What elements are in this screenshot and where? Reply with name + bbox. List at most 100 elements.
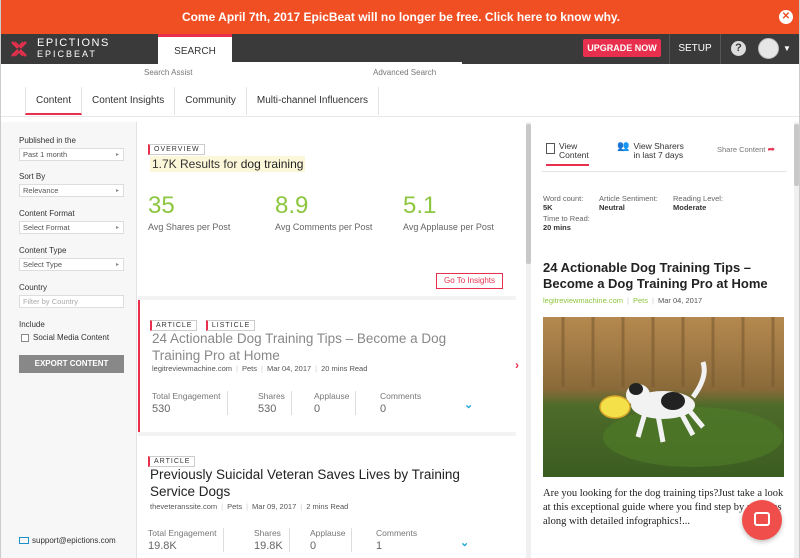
total-engagement: Total Engagement 19.8K [148,528,224,552]
article-category: Pets [242,364,258,373]
social-media-checkbox[interactable] [21,334,29,342]
results-summary: 1.7K Results for dog training [150,156,306,172]
shares: Shares 530 [258,391,292,415]
content-tabs: Content Content Insights Community Multi… [25,87,380,115]
avatar[interactable] [758,38,779,59]
tab-sharers-line2: in last 7 days [633,150,684,160]
tab-view-content[interactable]: View Content [546,142,589,166]
published-select[interactable]: Past 1 month ▸ [19,148,124,161]
chat-button[interactable] [742,500,782,540]
tab-community[interactable]: Community [175,87,247,115]
comments-label: Comments [380,391,422,401]
time-to-read-value: 20 mins [543,223,571,232]
shares-value: 19.8K [254,540,283,552]
article-domain[interactable]: legitreviewmachine.com [152,364,232,373]
close-icon[interactable]: ✕ [779,10,793,24]
promo-banner-text[interactable]: Come April 7th, 2017 EpicBeat will no lo… [182,10,620,24]
avg-comments-label: Avg Comments per Post [275,222,373,232]
article-date: Mar 04, 2017 [266,364,312,373]
chevron-right-icon: ▸ [115,152,119,158]
results-count: 1.7K Results [152,157,221,171]
time-to-read-label: Time to Read: [543,214,590,223]
tab-content-insights[interactable]: Content Insights [82,87,176,115]
tab-view-line2: Content [559,150,589,160]
shares: Shares 19.8K [254,528,290,552]
avg-comments-value: 8.9 [275,192,309,219]
comments: Comments 0 [380,391,427,415]
share-content-text[interactable]: Share Content [717,145,765,154]
chevron-down-icon[interactable]: ⌄ [460,536,469,549]
reading-level-label: Reading Level: [673,194,724,203]
format-select[interactable]: Select Format ▸ [19,221,124,234]
brand-logo[interactable]: EPICTIONS EPICBEAT [5,34,157,64]
share-icon[interactable]: ➦ [767,144,775,154]
preview-title[interactable]: 24 Actionable Dog Training Tips – Become… [543,260,793,292]
sentiment-value: Neutral [599,203,625,212]
article-image [543,317,784,477]
export-button[interactable]: EXPORT CONTENT [19,355,124,373]
promo-banner[interactable]: Come April 7th, 2017 EpicBeat will no lo… [1,0,799,34]
brand-line-1: EPICTIONS [37,37,110,49]
comments-value: 1 [376,540,383,552]
preview-scrollbar[interactable] [794,122,799,558]
search-strip [232,62,462,64]
app-frame: Come April 7th, 2017 EpicBeat will no lo… [0,0,800,558]
scrollbar-thumb[interactable] [526,124,531,264]
chevron-right-icon[interactable]: › [515,358,519,372]
tab-content[interactable]: Content [25,87,83,115]
applause-label: Applause [314,391,350,401]
go-to-insights-button[interactable]: Go To Insights [436,273,503,289]
support-email[interactable]: support@epictions.com [19,536,116,545]
social-media-label[interactable]: Social Media Content [33,333,109,342]
divider [1,116,799,117]
search-assist-link[interactable]: Search Assist [144,68,192,77]
article-title[interactable]: Previously Suicidal Veteran Saves Lives … [150,466,500,500]
overview-pill: OVERVIEW [148,144,205,155]
type-value: Select Type [23,260,63,269]
article-card[interactable]: ARTICLE LISTICLE 24 Actionable Dog Train… [138,300,516,432]
advanced-search-link[interactable]: Advanced Search [373,68,436,77]
results-for: for [220,157,241,171]
preview-meta: legitreviewmachine.com | Pets | Mar 04, 2017 [543,296,703,305]
tab-view-sharers[interactable]: 👥 View Sharers in last 7 days [617,142,684,160]
chevron-right-icon: ▸ [115,225,119,231]
filter-panel: Published in the Past 1 month ▸ Sort By R… [1,122,137,558]
article-meta: theveteranssite.com | Pets | Mar 09, 2017 | 2 … [150,502,349,511]
scrollbar-thumb[interactable] [794,124,799,186]
format-label: Content Format [19,209,75,218]
published-label: Published in the [19,136,76,145]
chevron-down-icon[interactable]: ▼ [783,44,791,53]
sentiment-label: Article Sentiment: [599,194,658,203]
type-select[interactable]: Select Type ▸ [19,258,124,271]
dog-photo [543,317,784,477]
upgrade-button[interactable]: UPGRADE NOW [583,39,661,57]
sort-select[interactable]: Relevance ▸ [19,184,124,197]
share-content-link[interactable]: Share Content ➦ [717,144,775,155]
top-navigation: EPICTIONS EPICBEAT SEARCH UPGRADE NOW SE… [1,34,799,64]
chevron-down-icon[interactable]: ⌄ [464,398,473,411]
total-engagement: Total Engagement 530 [152,391,228,415]
comments-label: Comments [376,528,418,538]
results-column: OVERVIEW 1.7K Results for dog training 3… [138,122,516,558]
total-engagement-value: 19.8K [148,540,177,552]
avg-applause-label: Avg Applause per Post [403,222,494,232]
sort-value: Relevance [23,186,59,195]
preview-domain[interactable]: legitreviewmachine.com [543,296,623,305]
support-email-text[interactable]: support@epictions.com [32,536,116,545]
published-value: Past 1 month [23,150,68,159]
results-scrollbar[interactable] [526,122,531,558]
total-engagement-label: Total Engagement [148,528,217,538]
article-domain[interactable]: theveteranssite.com [150,502,217,511]
article-title[interactable]: 24 Actionable Dog Training Tips – Become… [152,330,492,364]
tab-multichannel-influencers[interactable]: Multi-channel Influencers [247,87,380,115]
country-input[interactable]: Filter by Country [19,295,124,308]
results-query: dog training [240,157,304,171]
applause-value: 0 [310,540,317,552]
article-date: Mar 09, 2017 [252,502,297,511]
tab-search[interactable]: SEARCH [158,34,232,64]
preview-category: Pets [633,296,649,305]
help-icon[interactable]: ? [731,41,746,56]
article-read-time: 20 mins Read [321,364,368,373]
article-card[interactable]: ARTICLE Previously Suicidal Veteran Save… [138,436,516,558]
setup-button[interactable]: SETUP [669,34,721,64]
